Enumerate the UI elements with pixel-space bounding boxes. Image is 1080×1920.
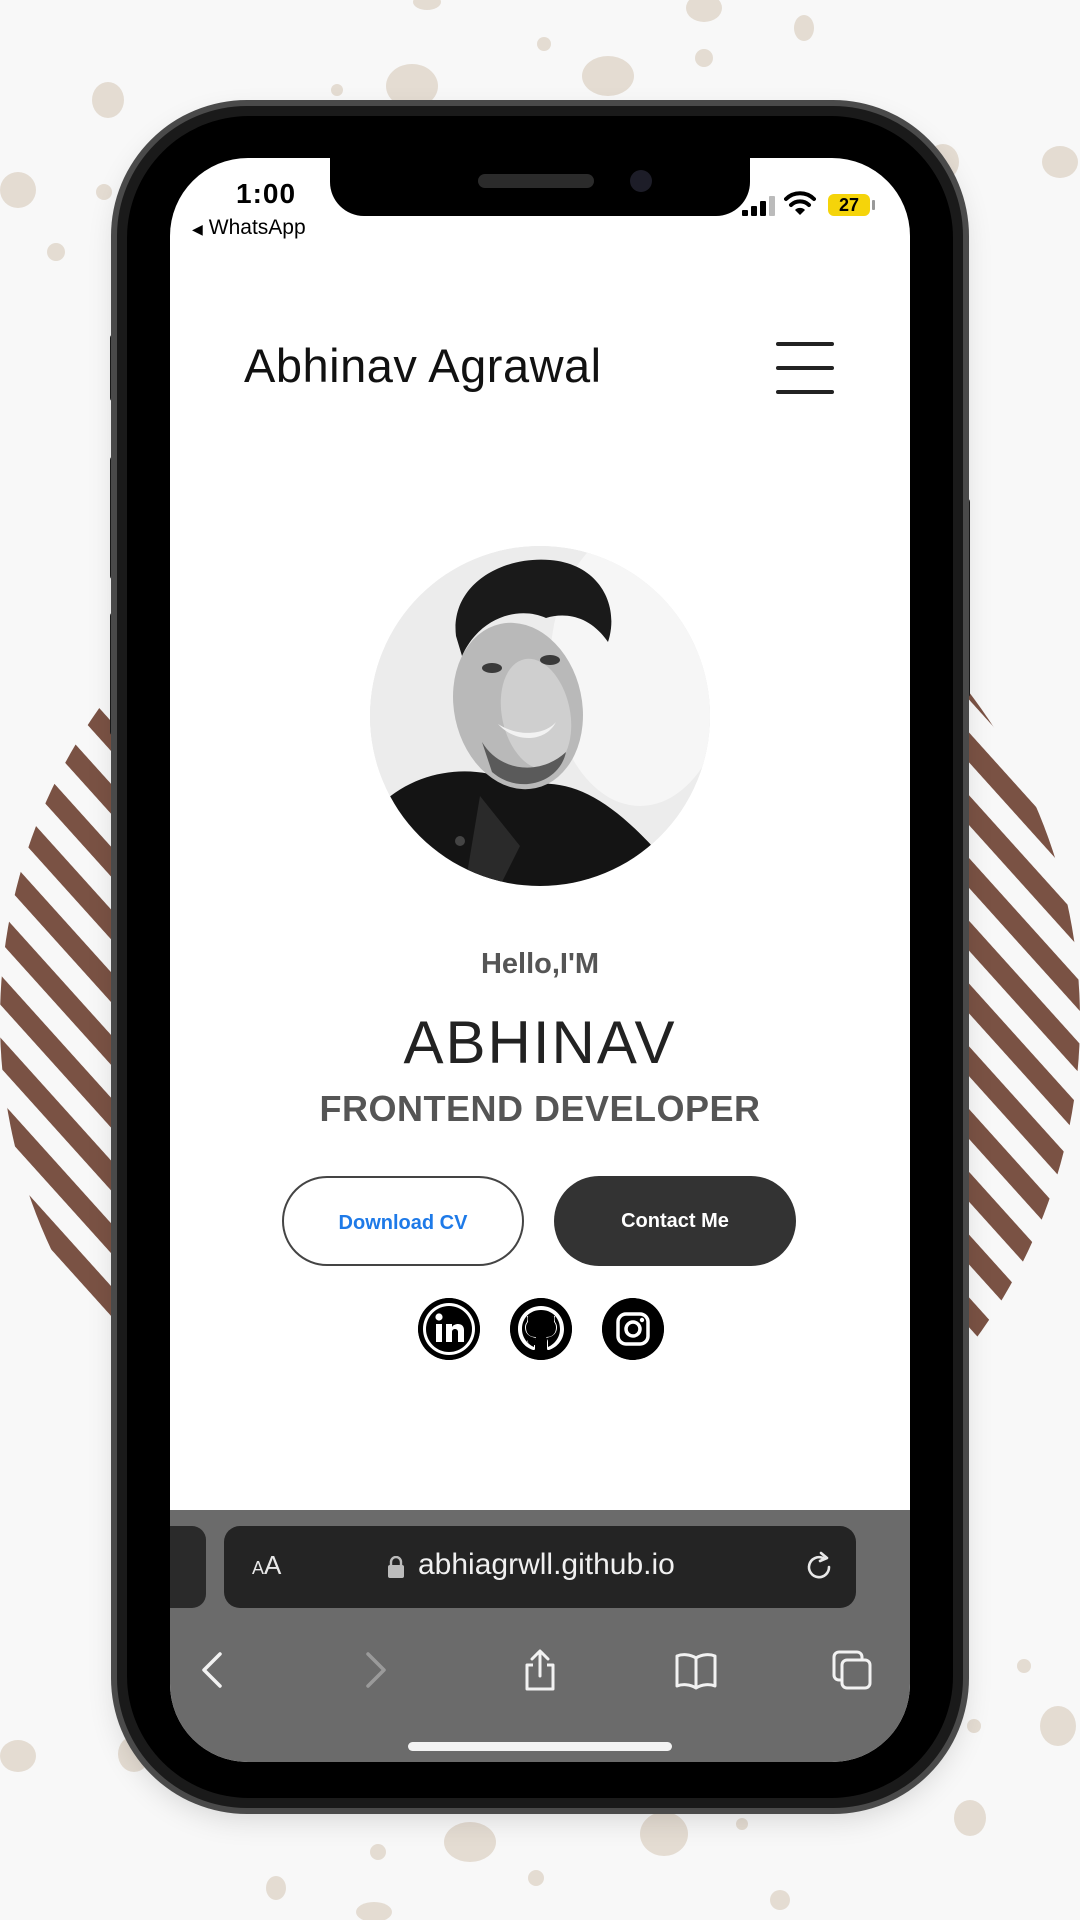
cellular-signal-icon [742, 196, 775, 216]
bookmarks-icon[interactable] [674, 1648, 718, 1692]
back-triangle-icon: ◀ [192, 221, 203, 237]
back-app-label: WhatsApp [208, 216, 306, 239]
address-bar[interactable]: AA abhiagrwll.github.io [224, 1526, 856, 1608]
linkedin-icon[interactable] [418, 1298, 480, 1360]
back-icon[interactable] [192, 1648, 236, 1692]
status-time: 1:00 [236, 178, 297, 209]
battery-indicator: 27 [828, 194, 870, 216]
wifi-icon [784, 191, 816, 215]
home-indicator[interactable] [408, 1742, 672, 1751]
contact-me-button[interactable]: Contact Me [554, 1176, 796, 1266]
browser-toolbar: AA abhiagrwll.github.io [170, 1510, 910, 1762]
phone-screen: 1:00 ◀ WhatsApp 27 Abhinav Agrawal Hello… [170, 158, 910, 1762]
back-to-app-link[interactable]: ◀ WhatsApp [192, 216, 306, 240]
front-camera [630, 170, 652, 192]
notch [330, 158, 750, 216]
forward-icon[interactable] [352, 1648, 396, 1692]
battery-cap [872, 200, 875, 210]
menu-line-icon [776, 342, 834, 346]
share-icon[interactable] [518, 1648, 562, 1692]
instagram-icon[interactable] [602, 1298, 664, 1360]
hamburger-menu-button[interactable] [776, 342, 836, 394]
text-size-button[interactable]: AA [252, 1550, 281, 1581]
reload-icon[interactable] [802, 1550, 836, 1584]
github-icon[interactable] [510, 1298, 572, 1360]
menu-line-icon [776, 366, 834, 370]
greeting-text: Hello,I'M [480, 948, 600, 980]
previous-tab-preview[interactable] [170, 1526, 206, 1608]
lock-icon [388, 1556, 404, 1578]
url-text: abhiagrwll.github.io [418, 1548, 675, 1581]
profile-photo [370, 546, 710, 886]
menu-line-icon [776, 390, 834, 394]
site-title[interactable]: Abhinav Agrawal [244, 338, 602, 393]
speaker [478, 174, 594, 188]
download-cv-button[interactable]: Download CV [282, 1176, 524, 1266]
tabs-icon[interactable] [830, 1648, 874, 1692]
hero-name: ABHINAV [403, 1009, 677, 1076]
hero-role: FRONTEND DEVELOPER [319, 1088, 761, 1129]
